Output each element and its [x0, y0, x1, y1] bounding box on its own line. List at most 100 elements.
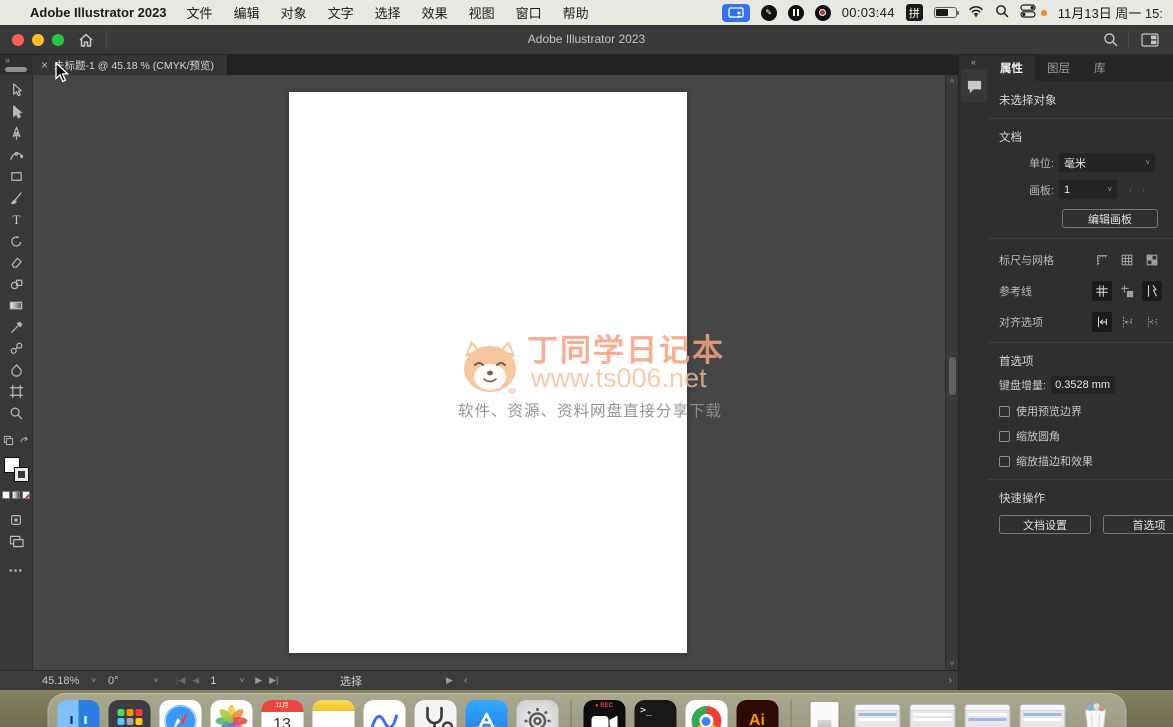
previous-artboard-icon[interactable]: ◀: [192, 675, 199, 686]
menu-object[interactable]: 对象: [281, 3, 307, 22]
eyedropper-tool[interactable]: [8, 319, 25, 336]
status-expand-icon[interactable]: ▶: [446, 675, 453, 686]
rotation-dropdown[interactable]: 0°˅: [104, 671, 162, 690]
menu-effect[interactable]: 效果: [422, 3, 448, 22]
search-icon[interactable]: [1103, 32, 1118, 52]
scrollbar-thumb[interactable]: [949, 357, 956, 395]
symbols-tool[interactable]: [8, 362, 25, 379]
dock-terminal-icon[interactable]: >_: [634, 700, 676, 727]
dock-trash-icon[interactable]: [1074, 700, 1116, 727]
show-guides-icon[interactable]: [1092, 281, 1112, 301]
menu-edit[interactable]: 编辑: [234, 3, 260, 22]
menu-view[interactable]: 视图: [469, 3, 495, 22]
type-tool[interactable]: T: [8, 211, 25, 228]
curvature-tool[interactable]: [8, 147, 25, 164]
canvas-pasteboard[interactable]: 丁同学日记本 www.ts006.net 软件、资源、资料网盘直接分享下载: [33, 75, 945, 670]
stroke-swatch[interactable]: [15, 468, 28, 481]
menu-bar-clock[interactable]: 11月13日 周一 15:: [1058, 3, 1163, 22]
annotate-icon[interactable]: ✎: [761, 5, 777, 21]
corner-ruler-icon[interactable]: [1092, 250, 1112, 270]
rotate-tool[interactable]: [8, 233, 25, 250]
record-icon[interactable]: [815, 5, 831, 21]
transparency-grid-icon[interactable]: [1142, 250, 1162, 270]
selection-tool[interactable]: [8, 104, 25, 121]
menu-type[interactable]: 文字: [328, 3, 354, 22]
zoom-level-dropdown[interactable]: 45.18%˅: [38, 671, 100, 690]
dock-photos-icon[interactable]: [210, 700, 252, 727]
rotate-view-tool[interactable]: [2, 434, 14, 446]
swap-canvas-icon[interactable]: [18, 434, 30, 446]
dock-window-thumbnail[interactable]: [964, 704, 1010, 727]
dock-chrome-icon[interactable]: [685, 700, 727, 727]
direct-selection-tool[interactable]: [8, 82, 25, 99]
toolbar-expand-icon[interactable]: »: [5, 55, 10, 65]
dock-finder-icon[interactable]: [57, 700, 99, 727]
close-tab-icon[interactable]: ×: [41, 58, 48, 72]
snap-to-point-icon[interactable]: [1092, 312, 1112, 332]
tab-properties[interactable]: 属性: [988, 55, 1035, 81]
artboard-dropdown[interactable]: 1˅: [1059, 180, 1117, 199]
more-tools-icon[interactable]: •••: [9, 565, 24, 577]
eraser-tool[interactable]: [8, 254, 25, 271]
snap-to-grid-icon[interactable]: [1117, 312, 1137, 332]
scale-corners-checkbox[interactable]: [999, 431, 1010, 442]
tab-libraries[interactable]: 库: [1082, 55, 1118, 81]
zoom-tool[interactable]: [8, 405, 25, 422]
dock-installer-icon[interactable]: [803, 700, 845, 727]
smart-guides-icon[interactable]: [1142, 281, 1162, 301]
menu-window[interactable]: 窗口: [516, 3, 542, 22]
app-menu-title[interactable]: Adobe Illustrator 2023: [30, 5, 167, 20]
artboard-tool[interactable]: [8, 383, 25, 400]
preferences-button[interactable]: 首选项: [1103, 515, 1173, 534]
artboard-prev-next-icons[interactable]: ‹›: [1129, 185, 1155, 195]
tab-layers[interactable]: 图层: [1035, 55, 1082, 81]
gradient-button[interactable]: [12, 491, 20, 499]
menu-file[interactable]: 文件: [187, 3, 213, 22]
dock-notes-icon[interactable]: [312, 700, 354, 727]
dock-freeform-icon[interactable]: [363, 700, 405, 727]
control-center-icon[interactable]: [1020, 4, 1036, 21]
dock-window-thumbnail[interactable]: [909, 704, 955, 727]
fill-stroke-indicator[interactable]: [4, 457, 28, 481]
comments-panel-button[interactable]: [961, 69, 987, 103]
keyboard-increment-field[interactable]: 0.3528 mm: [1051, 376, 1115, 394]
spotlight-icon[interactable]: [995, 4, 1009, 21]
dock-diagnostics-icon[interactable]: [414, 700, 456, 727]
dock-launchpad-icon[interactable]: [108, 700, 150, 727]
first-artboard-icon[interactable]: |◀: [176, 675, 185, 686]
rectangle-tool[interactable]: [8, 168, 25, 185]
snap-to-pixel-icon[interactable]: [1142, 312, 1162, 332]
dock-illustrator-icon[interactable]: Ai: [736, 700, 778, 727]
artboard-number-dropdown[interactable]: 1˅: [206, 675, 248, 687]
grid-icon[interactable]: [1117, 250, 1137, 270]
scale-strokes-checkbox[interactable]: [999, 456, 1010, 467]
menu-select[interactable]: 选择: [375, 3, 401, 22]
unit-dropdown[interactable]: 毫米˅: [1059, 153, 1155, 172]
collapse-panels-icon[interactable]: «: [959, 57, 988, 67]
preview-bounds-checkbox[interactable]: [999, 406, 1010, 417]
paintbrush-tool[interactable]: [8, 190, 25, 207]
dock-screen-recorder-icon[interactable]: ● REC: [583, 700, 625, 727]
dock-settings-icon[interactable]: [516, 700, 558, 727]
dock-calendar-icon[interactable]: 11月 13: [261, 700, 303, 727]
gradient-tool[interactable]: [8, 297, 25, 314]
toolbar-drag-handle[interactable]: [5, 67, 27, 72]
document-setup-button[interactable]: 文档设置: [999, 515, 1091, 534]
menu-help[interactable]: 帮助: [563, 3, 589, 22]
lock-guides-icon[interactable]: [1117, 281, 1137, 301]
scroll-left-icon[interactable]: ‹: [464, 675, 467, 686]
scroll-right-icon[interactable]: ›: [949, 675, 952, 686]
next-artboard-icon[interactable]: ▶: [255, 675, 262, 686]
draw-mode-icon[interactable]: [8, 512, 25, 529]
dock-safari-icon[interactable]: [159, 700, 201, 727]
scroll-up-icon[interactable]: ˄: [946, 77, 958, 86]
screen-mirroring-icon[interactable]: [722, 4, 750, 22]
wifi-icon[interactable]: [968, 5, 984, 20]
dock-appstore-icon[interactable]: [465, 700, 507, 727]
canvas-vertical-scrollbar[interactable]: ˄ ˅: [945, 75, 958, 670]
pinyin-input-icon[interactable]: 拼: [906, 4, 923, 21]
scroll-down-icon[interactable]: ˅: [946, 659, 958, 668]
dock-window-thumbnail[interactable]: [854, 704, 900, 727]
shape-builder-tool[interactable]: [8, 276, 25, 293]
color-button[interactable]: [2, 491, 10, 499]
